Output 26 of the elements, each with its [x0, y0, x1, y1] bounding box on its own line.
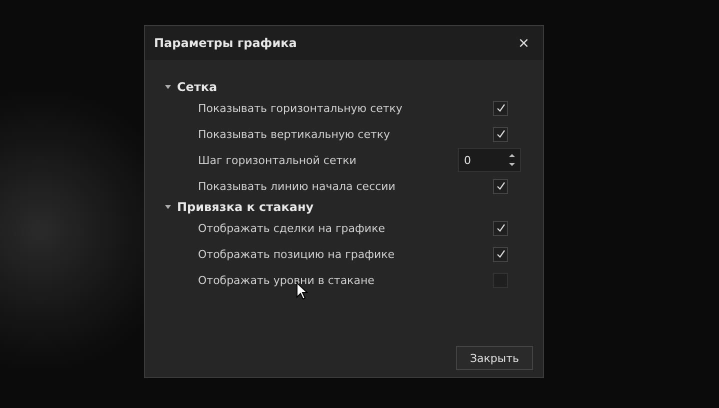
checkmark-icon [496, 249, 506, 259]
number-field[interactable]: 0 [458, 148, 521, 172]
checkmark-icon [496, 103, 506, 113]
close-dialog-button[interactable]: Закрыть [456, 346, 533, 370]
checkbox[interactable] [493, 100, 508, 116]
checkbox[interactable] [493, 220, 508, 236]
option-label: Показывать горизонтальную сетку [198, 102, 404, 114]
checkbox[interactable] [493, 126, 508, 142]
checkbox[interactable] [493, 178, 508, 194]
option-label: Отображать позицию на графике [198, 248, 396, 260]
checkmark-icon [496, 223, 506, 233]
section-heading: Привязка к стакану [177, 200, 314, 214]
option-label: Отображать сделки на графике [198, 222, 386, 234]
section-heading: Сетка [177, 80, 218, 94]
window-title: Параметры графика [154, 36, 297, 50]
checkmark-icon [496, 129, 506, 139]
option-label: Шаг горизонтальной сетки [198, 154, 358, 166]
spin-arrows-icon[interactable] [509, 153, 515, 167]
close-button[interactable]: × [514, 34, 533, 52]
option-label: Отображать уровни в стакане [198, 274, 376, 286]
checkmark-icon [496, 181, 506, 191]
expand-arrow-icon[interactable] [165, 205, 171, 209]
checkbox[interactable] [493, 246, 508, 262]
expand-arrow-icon[interactable] [165, 85, 171, 89]
option-label: Показывать вертикальную сетку [198, 128, 392, 140]
option-label: Показывать линию начала сессии [198, 180, 396, 192]
